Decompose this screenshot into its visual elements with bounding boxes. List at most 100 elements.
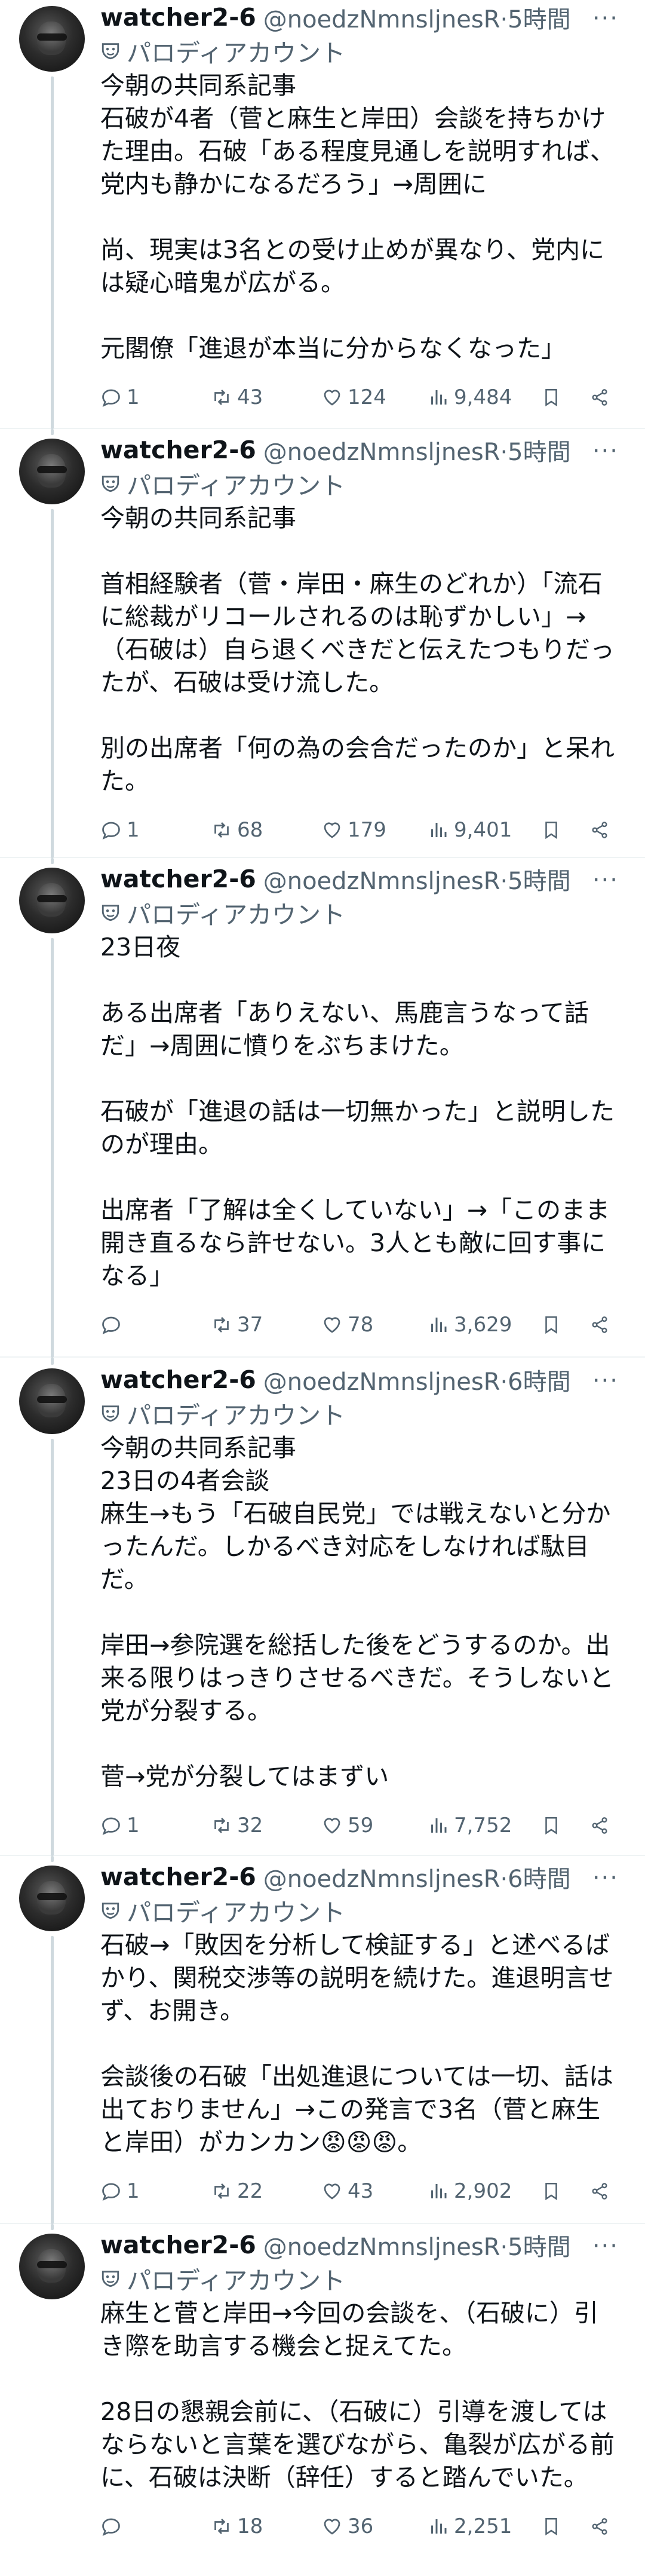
like-button[interactable]: 36 <box>321 2514 428 2538</box>
bookmark-button[interactable] <box>541 820 590 840</box>
views-button[interactable]: 9,401 <box>428 818 541 842</box>
retweet-button[interactable]: 37 <box>211 1313 321 1337</box>
bookmark-icon <box>545 821 557 840</box>
parody-mask-icon <box>102 1903 119 1919</box>
share-button[interactable] <box>590 1315 614 1335</box>
tweet-header: watcher2-6 @noedzNmnsljnesR·5時間 <box>100 0 619 35</box>
tweet[interactable]: ··· watcher2-6 @noedzNmnsljnesR·5時間 パロディ… <box>0 2224 645 2576</box>
views-button[interactable]: 9,484 <box>428 385 541 409</box>
reply-button[interactable]: 1 <box>100 818 211 842</box>
share-button[interactable] <box>590 2181 614 2201</box>
display-name[interactable]: watcher2-6 <box>100 1365 256 1394</box>
reply-icon <box>102 822 120 840</box>
views-button[interactable]: 2,251 <box>428 2514 541 2538</box>
share-icon <box>592 2183 607 2200</box>
more-options-icon[interactable]: ··· <box>583 1366 619 1396</box>
avatar[interactable] <box>19 868 85 933</box>
views-button[interactable]: 7,752 <box>428 1814 541 1837</box>
parody-label: パロディアカウント <box>100 35 619 68</box>
timestamp: 5時間 <box>508 2234 571 2261</box>
share-button[interactable] <box>590 1815 614 1836</box>
more-options-icon[interactable]: ··· <box>583 1863 619 1893</box>
tweet-text: 麻生と菅と岸田→今回の会談を、（石破に）引き際を助言する機会と捉えてた。 28日… <box>100 2299 615 2492</box>
share-icon <box>592 1817 607 1834</box>
tweet[interactable]: ··· watcher2-6 @noedzNmnsljnesR·5時間 パロディ… <box>0 429 645 858</box>
parody-badge-text: パロディアカウント <box>127 39 346 68</box>
tweet[interactable]: ··· watcher2-6 @noedzNmnsljnesR·6時間 パロディ… <box>0 1358 645 1856</box>
handle[interactable]: @noedzNmnsljnesR·5時間 <box>263 0 571 35</box>
parody-badge-text: パロディアカウント <box>127 900 346 929</box>
avatar[interactable] <box>19 1368 85 1434</box>
like-button[interactable]: 124 <box>321 385 428 409</box>
bookmark-icon <box>545 1316 557 1334</box>
retweet-icon <box>214 2183 229 2199</box>
share-button[interactable] <box>590 820 614 840</box>
parody-badge-text: パロディアカウント <box>127 2266 346 2295</box>
tweet[interactable]: ··· watcher2-6 @noedzNmnsljnesR·5時間 パロディ… <box>0 858 645 1358</box>
views-chart-icon <box>431 2184 447 2198</box>
bookmark-button[interactable] <box>541 387 590 408</box>
parody-mask-icon <box>102 905 119 921</box>
parody-badge-text: パロディアカウント <box>127 1898 346 1927</box>
reply-icon <box>102 1817 120 1836</box>
bookmark-button[interactable] <box>541 1315 590 1335</box>
more-options-icon[interactable]: ··· <box>583 436 619 466</box>
avatar[interactable] <box>19 2234 85 2299</box>
heart-icon <box>324 2519 340 2535</box>
parody-mask-icon <box>102 476 119 492</box>
share-button[interactable] <box>590 387 614 408</box>
more-options-icon[interactable]: ··· <box>583 2231 619 2261</box>
display-name[interactable]: watcher2-6 <box>100 1863 256 1891</box>
parody-mask-icon <box>102 2271 119 2287</box>
avatar[interactable] <box>19 439 85 504</box>
tweet-header: watcher2-6 @noedzNmnsljnesR·5時間 <box>100 862 619 896</box>
handle[interactable]: @noedzNmnsljnesR·6時間 <box>263 1362 571 1397</box>
tweet-feed: ··· watcher2-6 @noedzNmnsljnesR·5時間 パロディ… <box>0 0 645 2576</box>
views-button[interactable]: 3,629 <box>428 1313 541 1337</box>
reply-button[interactable] <box>100 1314 211 1336</box>
handle[interactable]: @noedzNmnsljnesR·5時間 <box>263 862 571 896</box>
reply-button[interactable] <box>100 2516 211 2537</box>
like-button[interactable]: 78 <box>321 1313 428 1337</box>
bookmark-icon <box>545 2517 557 2536</box>
tweet-text: 23日夜 ある出席者「ありえない、馬鹿言うなって話だ」→周囲に憤りをぶちまけた。… <box>100 933 615 1290</box>
retweet-button[interactable]: 32 <box>211 1814 321 1837</box>
avatar[interactable] <box>19 6 85 72</box>
display-name[interactable]: watcher2-6 <box>100 3 256 32</box>
reply-button[interactable]: 1 <box>100 385 211 409</box>
reply-button[interactable]: 1 <box>100 2179 211 2203</box>
retweet-button[interactable]: 43 <box>211 385 321 409</box>
more-options-icon[interactable]: ··· <box>583 4 619 33</box>
handle[interactable]: @noedzNmnsljnesR·5時間 <box>263 2228 571 2262</box>
retweet-button[interactable]: 18 <box>211 2514 321 2538</box>
tweet[interactable]: ··· watcher2-6 @noedzNmnsljnesR·6時間 パロディ… <box>0 1856 645 2224</box>
retweet-button[interactable]: 68 <box>211 818 321 842</box>
parody-mask-icon <box>102 43 119 60</box>
parody-label: パロディアカウント <box>100 896 619 929</box>
display-name[interactable]: watcher2-6 <box>100 865 256 893</box>
bookmark-button[interactable] <box>541 2516 590 2537</box>
reply-button[interactable]: 1 <box>100 1814 211 1837</box>
handle[interactable]: @noedzNmnsljnesR·6時間 <box>263 1860 571 1894</box>
bookmark-icon <box>545 2182 557 2201</box>
like-button[interactable]: 179 <box>321 818 428 842</box>
thread-line <box>51 1856 54 1862</box>
avatar[interactable] <box>19 1866 85 1931</box>
views-button[interactable]: 2,902 <box>428 2179 541 2203</box>
bookmark-button[interactable] <box>541 1815 590 1836</box>
views-chart-icon <box>431 1818 447 1833</box>
like-button[interactable]: 43 <box>321 2179 428 2203</box>
share-button[interactable] <box>590 2516 614 2537</box>
display-name[interactable]: watcher2-6 <box>100 436 256 464</box>
like-button[interactable]: 59 <box>321 1814 428 1837</box>
handle[interactable]: @noedzNmnsljnesR·5時間 <box>263 433 571 467</box>
bookmark-button[interactable] <box>541 2181 590 2201</box>
tweet-actions: 1 43 124 9,484 <box>100 378 619 416</box>
more-options-icon[interactable]: ··· <box>583 865 619 895</box>
retweet-button[interactable]: 22 <box>211 2179 321 2203</box>
tweet-actions: 1 22 43 2,902 <box>100 2172 619 2210</box>
parody-label: パロディアカウント <box>100 2262 619 2295</box>
display-name[interactable]: watcher2-6 <box>100 2231 256 2259</box>
views-chart-icon <box>431 823 447 837</box>
tweet[interactable]: ··· watcher2-6 @noedzNmnsljnesR·5時間 パロディ… <box>0 0 645 429</box>
